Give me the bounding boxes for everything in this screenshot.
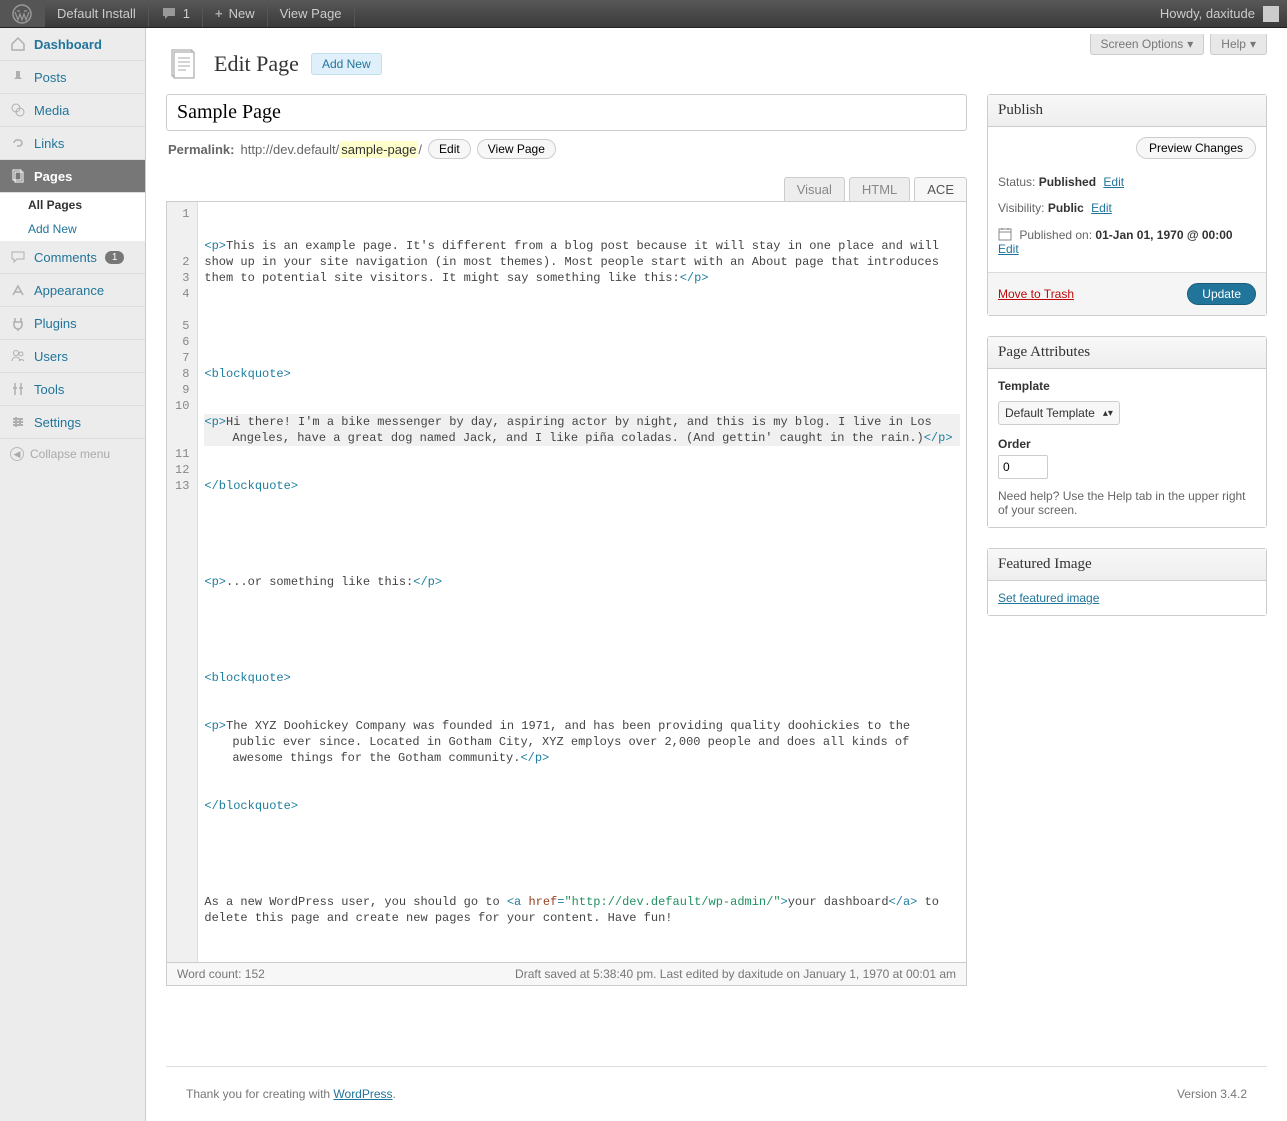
plugin-icon	[10, 315, 26, 331]
collapse-icon: ◀	[10, 447, 24, 461]
page-attributes-metabox: Page Attributes Template Default Templat…	[987, 336, 1267, 528]
tab-html[interactable]: HTML	[849, 177, 910, 201]
sidebar-item-users[interactable]: Users	[0, 340, 145, 373]
footer: Thank you for creating with WordPress. V…	[166, 1066, 1267, 1121]
home-icon	[10, 36, 26, 52]
sidebar-item-media[interactable]: Media	[0, 94, 145, 127]
pages-icon	[10, 168, 26, 184]
comments-badge: 1	[105, 251, 125, 264]
admin-bar: Default Install 1 + New View Page Howdy,…	[0, 0, 1287, 28]
edit-permalink-button[interactable]: Edit	[428, 139, 471, 159]
greeting[interactable]: Howdy, daxitude	[1160, 6, 1255, 21]
new-content-menu[interactable]: + New	[203, 0, 268, 27]
edit-page-icon	[166, 46, 202, 82]
featured-image-title: Featured Image	[988, 549, 1266, 581]
sidebar-item-dashboard[interactable]: Dashboard	[0, 28, 145, 61]
tab-visual[interactable]: Visual	[784, 177, 845, 201]
add-new-button[interactable]: Add New	[311, 53, 382, 75]
calendar-icon	[998, 227, 1012, 241]
wordpress-link[interactable]: WordPress	[333, 1087, 392, 1101]
save-status: Draft saved at 5:38:40 pm. Last edited b…	[515, 967, 956, 981]
chevron-down-icon: ▾	[1187, 37, 1193, 51]
version: Version 3.4.2	[1177, 1087, 1247, 1101]
template-select[interactable]: Default Template ▴▾	[998, 401, 1120, 425]
appearance-icon	[10, 282, 26, 298]
chevron-down-icon: ▾	[1250, 37, 1256, 51]
code-editor[interactable]: 1 2 3 4 5 6 7 8 9 10 11 12 13	[166, 201, 967, 963]
featured-image-metabox: Featured Image Set featured image	[987, 548, 1267, 616]
edit-status-link[interactable]: Edit	[1103, 175, 1124, 189]
wp-logo-menu[interactable]	[0, 0, 45, 27]
comments-count: 1	[183, 6, 190, 21]
settings-icon	[10, 414, 26, 430]
sidebar-item-posts[interactable]: Posts	[0, 61, 145, 94]
comment-icon	[10, 249, 26, 265]
edit-visibility-link[interactable]: Edit	[1091, 201, 1112, 215]
sidebar-item-appearance[interactable]: Appearance	[0, 274, 145, 307]
post-title-input[interactable]	[166, 94, 967, 131]
sidebar-item-plugins[interactable]: Plugins	[0, 307, 145, 340]
page-attributes-title: Page Attributes	[988, 337, 1266, 369]
sidebar-item-pages[interactable]: Pages	[0, 160, 145, 193]
set-featured-image-link[interactable]: Set featured image	[998, 591, 1099, 605]
permalink-display: http://dev.default/sample-page/	[240, 142, 422, 157]
help-text: Need help? Use the Help tab in the upper…	[998, 489, 1256, 517]
edit-date-link[interactable]: Edit	[998, 242, 1019, 256]
site-name-menu[interactable]: Default Install	[45, 0, 149, 27]
media-icon	[10, 102, 26, 118]
preview-changes-button[interactable]: Preview Changes	[1136, 137, 1256, 159]
sidebar-item-links[interactable]: Links	[0, 127, 145, 160]
template-label: Template	[998, 379, 1256, 393]
view-page-menu[interactable]: View Page	[268, 0, 355, 27]
users-icon	[10, 348, 26, 364]
new-label: New	[229, 6, 255, 21]
admin-sidebar: Dashboard Posts Media Links Pages All Pa…	[0, 28, 146, 1121]
view-page-button[interactable]: View Page	[477, 139, 556, 159]
avatar[interactable]	[1263, 6, 1279, 22]
editor-gutter: 1 2 3 4 5 6 7 8 9 10 11 12 13	[167, 202, 198, 962]
permalink-slug[interactable]: sample-page	[339, 141, 418, 158]
sidebar-item-comments[interactable]: Comments 1	[0, 241, 145, 274]
update-button[interactable]: Update	[1187, 283, 1256, 305]
publish-metabox: Publish Preview Changes Status: Publishe…	[987, 94, 1267, 316]
screen-options-tab[interactable]: Screen Options ▾	[1090, 34, 1205, 55]
permalink-label: Permalink:	[168, 142, 234, 157]
word-count: Word count: 152	[177, 967, 265, 981]
pin-icon	[10, 69, 26, 85]
site-name: Default Install	[57, 6, 136, 21]
order-input[interactable]	[998, 455, 1048, 479]
view-page-label: View Page	[280, 6, 342, 21]
select-arrows-icon: ▴▾	[1103, 408, 1113, 419]
submenu-all-pages[interactable]: All Pages	[0, 193, 145, 217]
sidebar-item-tools[interactable]: Tools	[0, 373, 145, 406]
submenu-add-new[interactable]: Add New	[0, 217, 145, 241]
sidebar-item-settings[interactable]: Settings	[0, 406, 145, 439]
order-label: Order	[998, 437, 1256, 451]
page-title: Edit Page	[214, 51, 299, 77]
collapse-menu[interactable]: ◀ Collapse menu	[0, 439, 145, 469]
comments-menu[interactable]: 1	[149, 0, 203, 27]
comment-icon	[161, 6, 177, 22]
plus-icon: +	[215, 6, 223, 21]
wordpress-icon	[12, 4, 32, 24]
help-tab[interactable]: Help ▾	[1210, 34, 1267, 55]
move-to-trash-link[interactable]: Move to Trash	[998, 287, 1074, 301]
code-area[interactable]: <p>This is an example page. It's differe…	[198, 202, 966, 962]
link-icon	[10, 135, 26, 151]
tab-ace[interactable]: ACE	[914, 177, 967, 201]
publish-title: Publish	[988, 95, 1266, 127]
tools-icon	[10, 381, 26, 397]
